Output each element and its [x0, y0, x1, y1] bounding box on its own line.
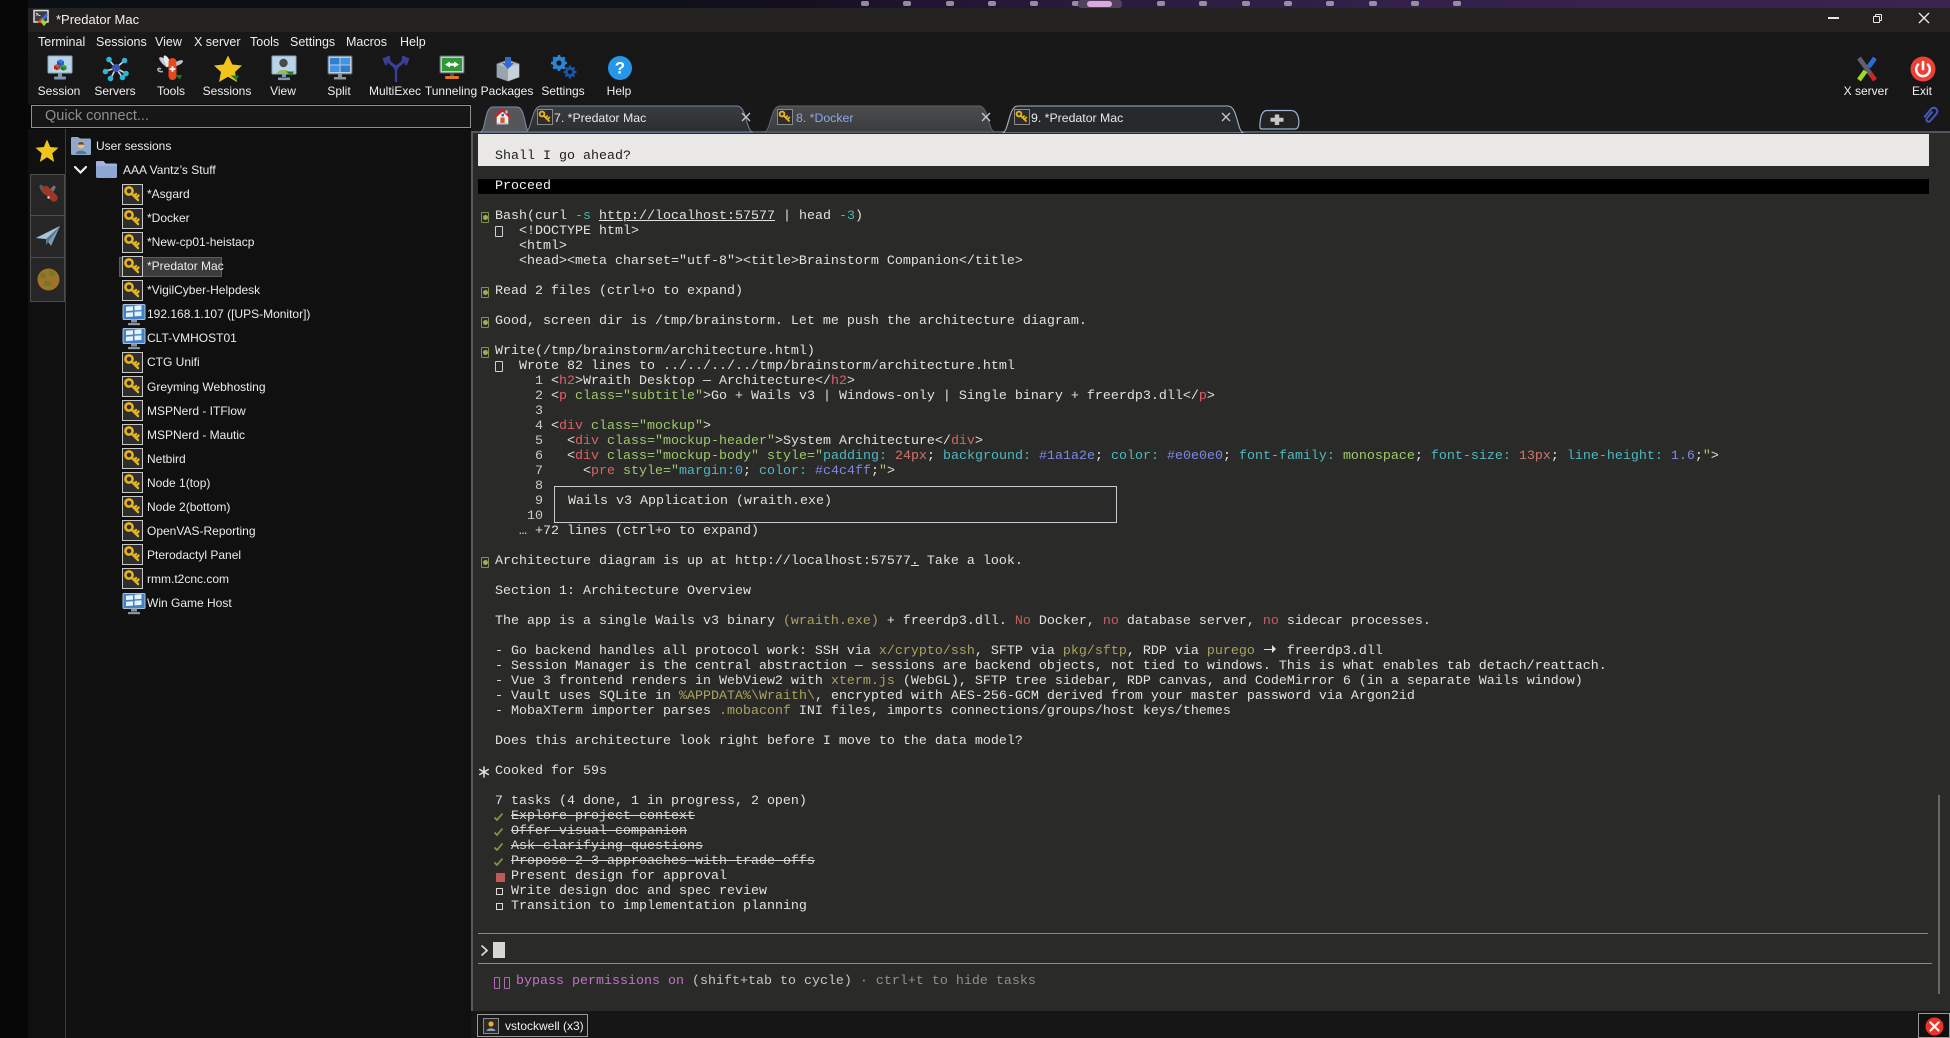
svg-text:?: ?	[615, 59, 625, 78]
